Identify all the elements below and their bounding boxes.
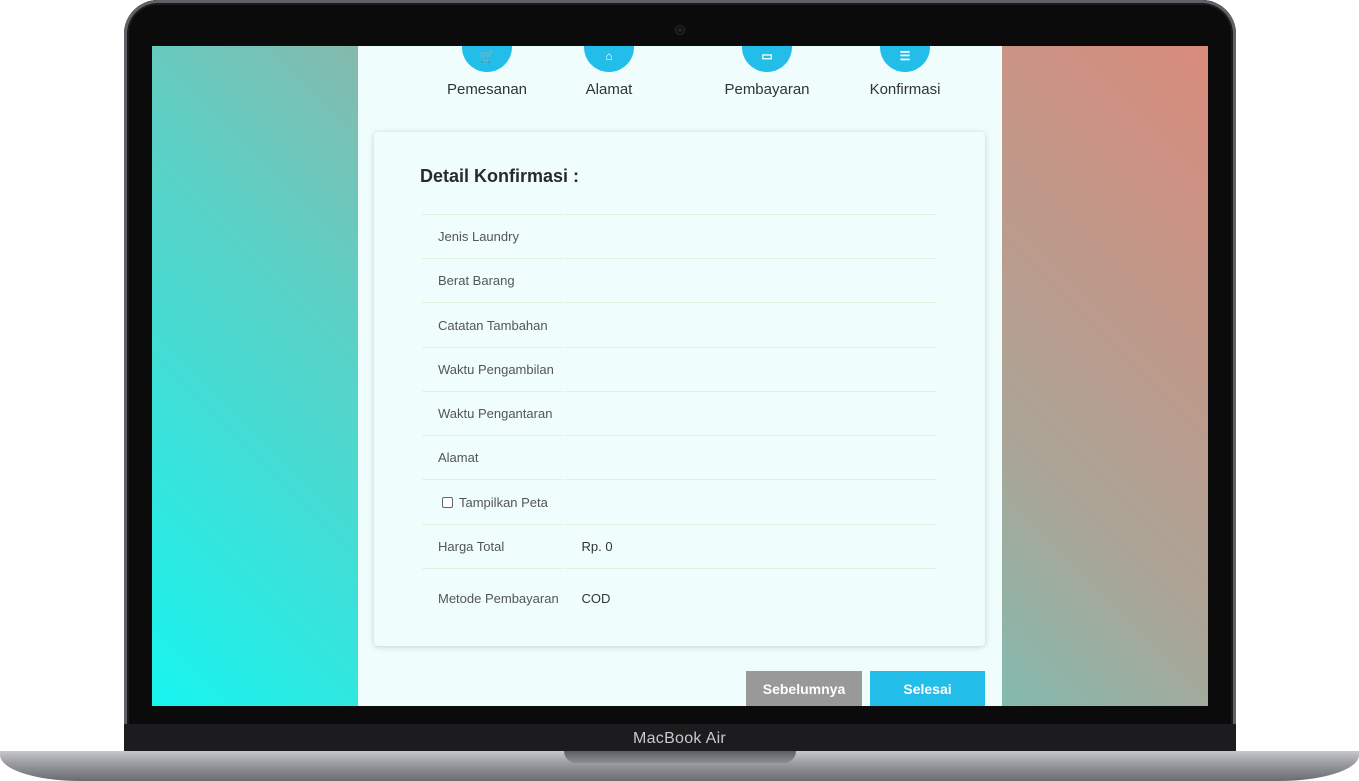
checkout-page: 🛒 Pemesanan ⌂ Alamat ▭ Pembayaran ☰ Konf… [358, 46, 1002, 706]
step-label: Pembayaran [724, 81, 810, 98]
receipt-icon: ☰ [880, 46, 930, 72]
show-map-checkbox[interactable] [442, 496, 453, 508]
table-row: Tampilkan Peta [422, 479, 936, 524]
table-row: Waktu Pengantaran [422, 391, 936, 435]
table-row: Metode Pembayaran COD [422, 568, 936, 627]
table-row: Waktu Pengambilan [422, 347, 936, 391]
laptop-notch [564, 751, 796, 763]
stepper: 🛒 Pemesanan ⌂ Alamat ▭ Pembayaran ☰ Konf… [358, 46, 1002, 116]
detail-table: Jenis Laundry Berat Barang Catatan Tamba… [420, 214, 938, 627]
step-label: Pemesanan [446, 81, 528, 98]
row-value [565, 347, 936, 391]
row-label: Berat Barang [422, 258, 564, 302]
previous-button[interactable]: Sebelumnya [746, 671, 862, 706]
row-label: Alamat [422, 435, 564, 479]
table-row: Alamat [422, 435, 936, 479]
row-value [565, 479, 936, 524]
row-label: Waktu Pengantaran [422, 391, 564, 435]
card-title: Detail Konfirmasi : [420, 166, 580, 186]
device-brand: MacBook Air [632, 730, 727, 747]
row-label: Metode Pembayaran [422, 568, 564, 627]
step-label: Konfirmasi [869, 81, 941, 98]
row-label: Harga Total [422, 524, 564, 568]
camera-icon [676, 26, 684, 34]
row-label: Waktu Pengambilan [422, 347, 564, 391]
row-label: Catatan Tambahan [422, 302, 564, 347]
finish-button[interactable]: Selesai [870, 671, 985, 706]
row-value [565, 391, 936, 435]
confirmation-card: Detail Konfirmasi : Jenis Laundry Berat … [374, 132, 985, 646]
step-label: Alamat [585, 81, 633, 98]
table-row: Harga Total Rp. 0 [422, 524, 936, 568]
payment-method-value: COD [565, 568, 936, 627]
row-value [565, 302, 936, 347]
row-value [565, 435, 936, 479]
screen: 🛒 Pemesanan ⌂ Alamat ▭ Pembayaran ☰ Konf… [152, 46, 1208, 706]
home-icon: ⌂ [584, 46, 634, 72]
table-row: Catatan Tambahan [422, 302, 936, 347]
row-value [565, 214, 936, 258]
cart-icon: 🛒 [462, 46, 512, 72]
table-row: Berat Barang [422, 258, 936, 302]
table-row: Jenis Laundry [422, 214, 936, 258]
total-price-value: Rp. 0 [565, 524, 936, 568]
show-map-label: Tampilkan Peta [459, 494, 548, 510]
row-label: Jenis Laundry [422, 214, 564, 258]
row-value [565, 258, 936, 302]
show-map-toggle[interactable]: Tampilkan Peta [422, 479, 564, 524]
card-icon: ▭ [742, 46, 792, 72]
